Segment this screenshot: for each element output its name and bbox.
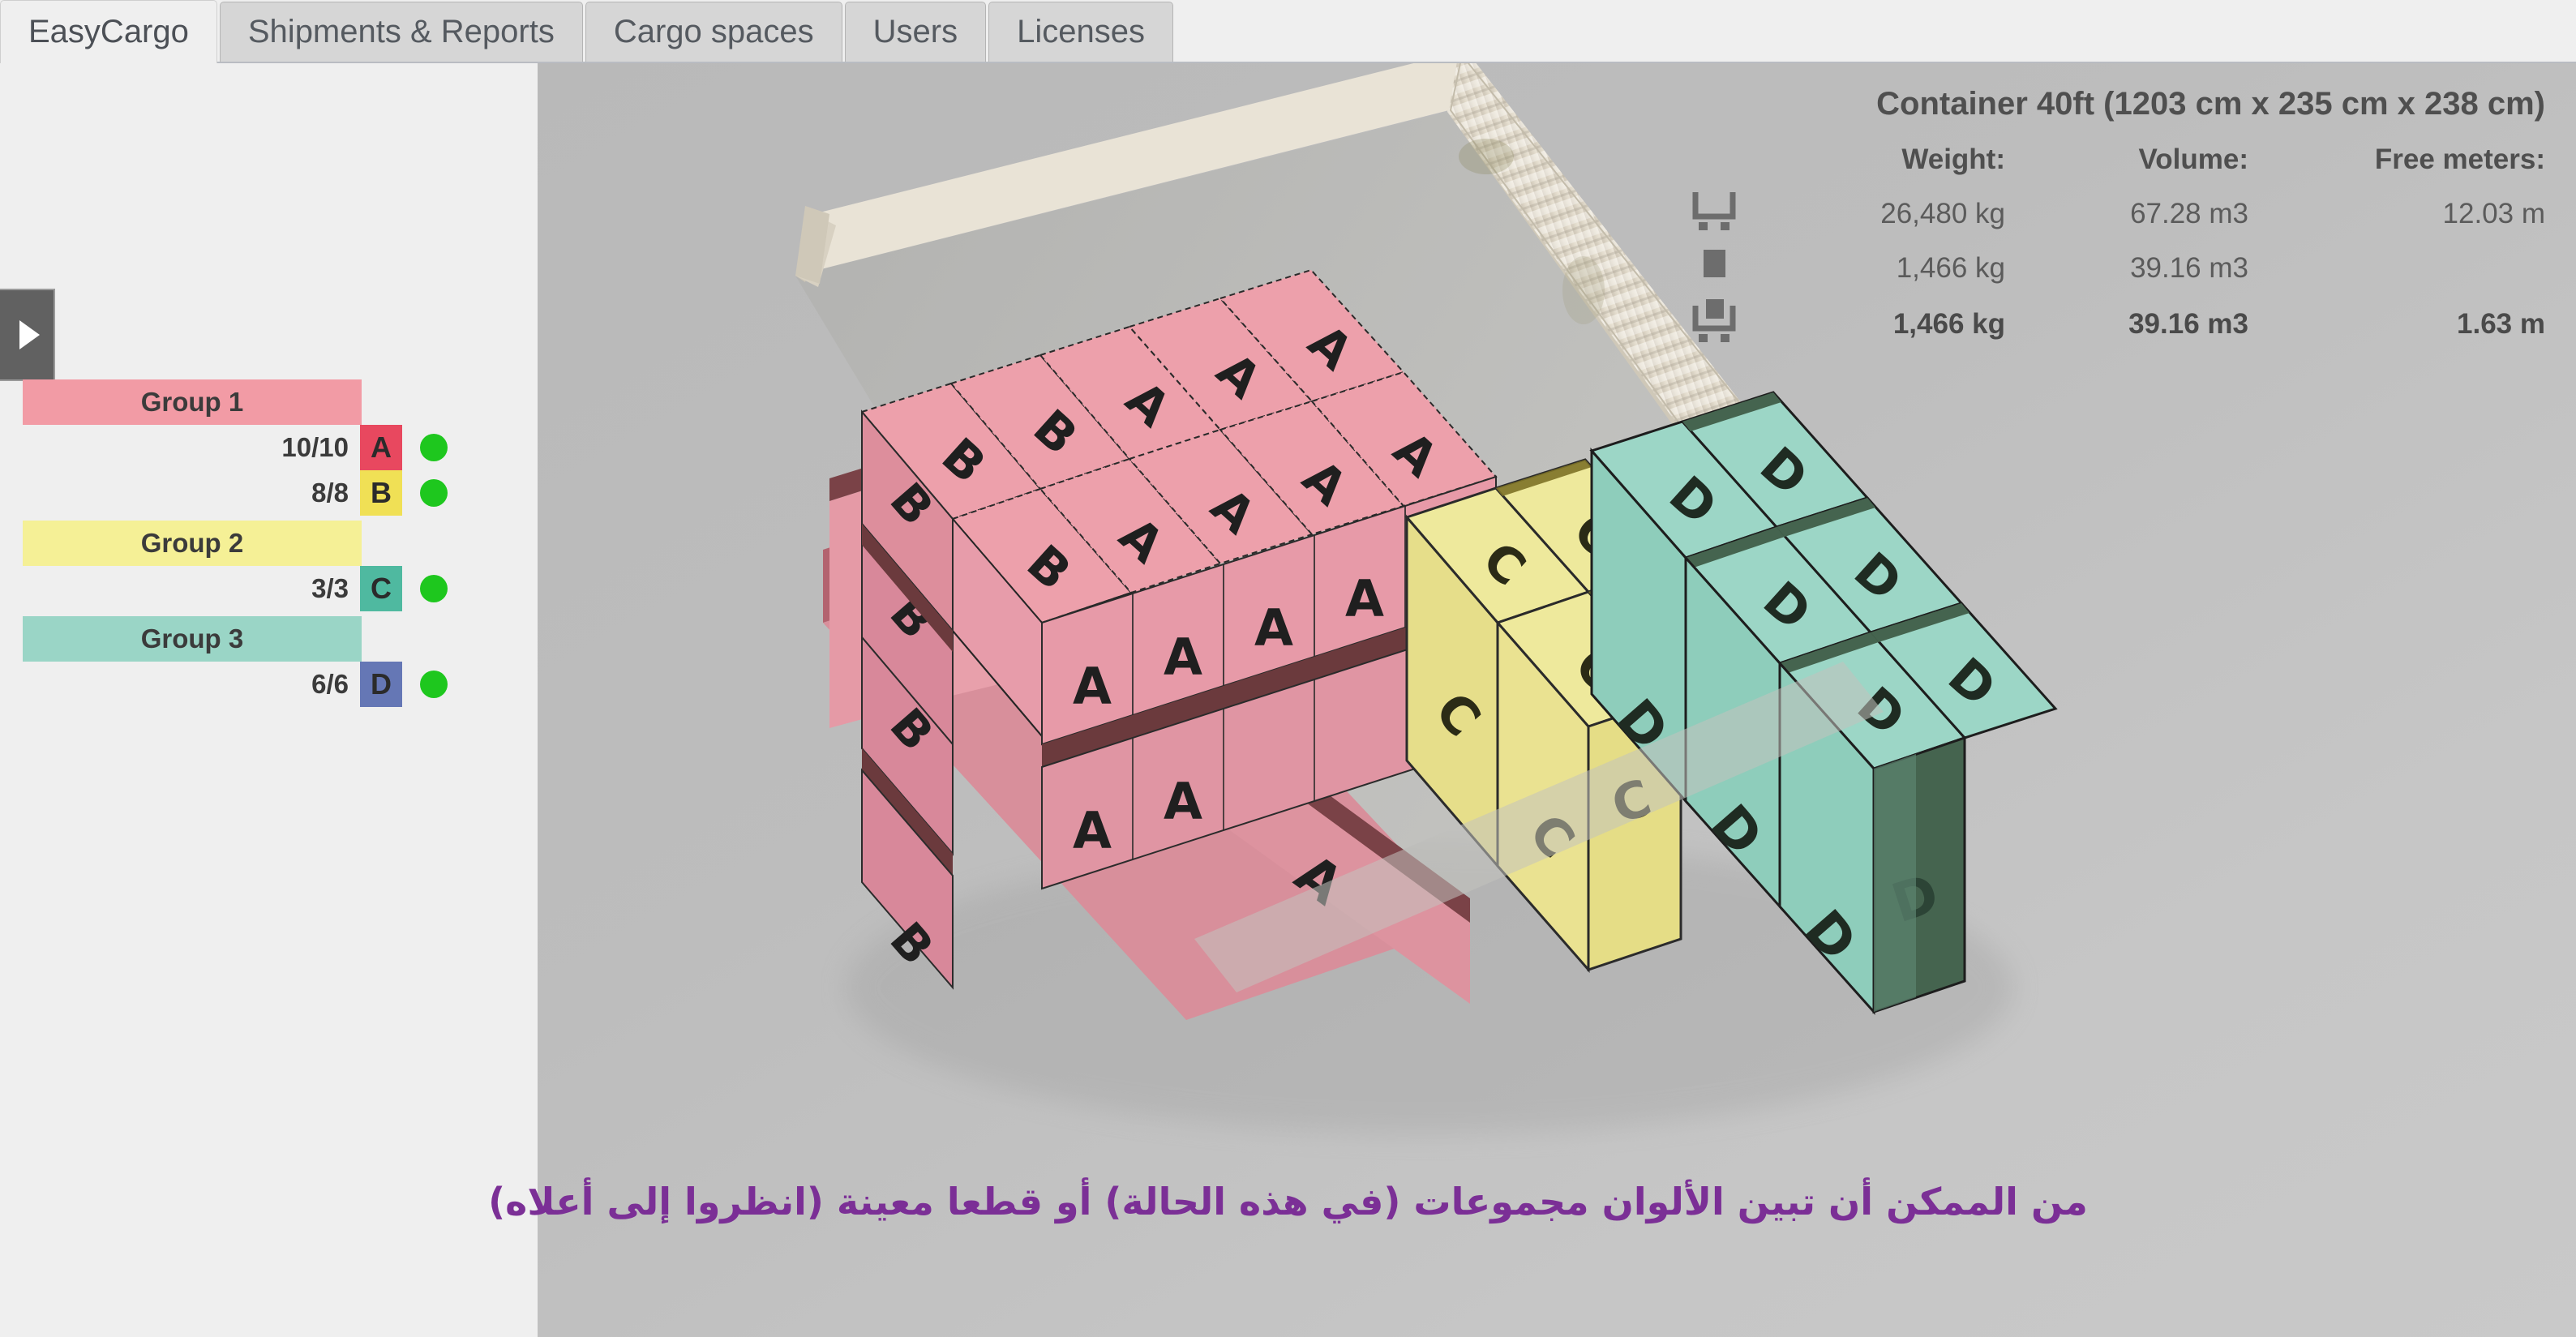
group-bar-2[interactable]: Group 2 <box>23 521 362 566</box>
group-label: Group 1 <box>140 387 244 417</box>
item-count: 6/6 <box>311 669 349 699</box>
tab-label: Licenses <box>1017 14 1145 49</box>
cargo-space-info-panel: Container 40ft (1203 cm x 235 cm x 238 c… <box>1678 86 2545 354</box>
loaded-volume: 39.16 m3 <box>2128 307 2248 340</box>
item-code-badge-d[interactable]: D <box>360 662 402 707</box>
header-volume: Volume: <box>2138 144 2248 175</box>
cargo-box-icon <box>1678 242 1775 294</box>
cargo-3d-viewport[interactable]: B B A <box>538 63 2576 1337</box>
capacity-volume: 67.28 m3 <box>2130 197 2248 229</box>
cargo-box-glyph <box>1704 250 1725 277</box>
group-label: Group 2 <box>140 528 244 558</box>
loaded-container-glyph <box>1692 299 1736 342</box>
container-title: Container 40ft (1203 cm x 235 cm x 238 c… <box>1876 86 2545 122</box>
cargo-weight: 1,466 kg <box>1896 251 2005 284</box>
item-count: 8/8 <box>311 478 349 508</box>
group-bar-1[interactable]: Group 1 <box>23 379 362 425</box>
tab-label: Users <box>872 14 958 49</box>
loaded-container-icon <box>1678 294 1775 354</box>
table-row-loaded: 1,466 kg 39.16 m3 1.63 m <box>1678 294 2545 354</box>
svg-text:A: A <box>1254 598 1293 658</box>
header-free-meters: Free meters: <box>2374 144 2545 175</box>
sidebar-expand-toggle[interactable] <box>0 289 55 381</box>
item-code-badge-a[interactable]: A <box>360 425 402 470</box>
capacity-free-meters: 12.03 m <box>2442 197 2545 229</box>
left-sidebar: Group 1 10/10 A 8/8 B Group 2 3/3 C Grou… <box>0 63 538 1337</box>
svg-text:A: A <box>1164 772 1202 831</box>
svg-text:A: A <box>1345 569 1384 628</box>
item-count: 10/10 <box>281 432 349 462</box>
cargo-group-list: Group 1 10/10 A 8/8 B Group 2 3/3 C Grou… <box>0 379 538 707</box>
table-row-capacity: 26,480 kg 67.28 m3 12.03 m <box>1678 186 2545 242</box>
table-row-cargo: 1,466 kg 39.16 m3 <box>1678 242 2545 294</box>
cargo-item-row-d[interactable]: 6/6 D <box>0 662 538 707</box>
main-tab-bar: EasyCargo Shipments & Reports Cargo spac… <box>0 0 2576 63</box>
cargo-item-row-c[interactable]: 3/3 C <box>0 566 538 611</box>
tab-label: EasyCargo <box>28 14 189 49</box>
item-status-dot-b[interactable] <box>420 479 448 507</box>
svg-text:A: A <box>1073 657 1112 716</box>
tab-label: Shipments & Reports <box>247 14 555 49</box>
tab-users[interactable]: Users <box>844 2 987 62</box>
header-icon-spacer <box>1678 140 1775 186</box>
capacity-weight: 26,480 kg <box>1880 197 2005 229</box>
loaded-weight: 1,466 kg <box>1892 307 2005 340</box>
group-label: Group 3 <box>140 624 244 654</box>
tab-licenses[interactable]: Licenses <box>988 2 1173 62</box>
cargo-volume: 39.16 m3 <box>2130 251 2248 284</box>
tab-cargo-spaces[interactable]: Cargo spaces <box>585 2 842 62</box>
empty-container-icon <box>1678 186 1775 242</box>
item-count: 3/3 <box>311 573 349 603</box>
item-code-badge-c[interactable]: C <box>360 566 402 611</box>
easycargo-app: EasyCargo Shipments & Reports Cargo spac… <box>0 0 2576 1337</box>
item-status-dot-a[interactable] <box>420 434 448 461</box>
item-status-dot-d[interactable] <box>420 671 448 698</box>
svg-text:A: A <box>1164 628 1202 687</box>
item-code-badge-b[interactable]: B <box>360 470 402 516</box>
cargo-item-row-a[interactable]: 10/10 A <box>0 425 538 470</box>
table-header-row: Weight: Volume: Free meters: <box>1678 140 2545 186</box>
item-status-dot-c[interactable] <box>420 575 448 602</box>
tab-shipments-reports[interactable]: Shipments & Reports <box>219 2 583 62</box>
cargo-item-row-b[interactable]: 8/8 B <box>0 470 538 516</box>
svg-text:A: A <box>1073 801 1112 860</box>
triangle-right-icon <box>19 320 40 349</box>
tab-easycargo[interactable]: EasyCargo <box>0 0 217 63</box>
empty-container-glyph <box>1692 192 1736 230</box>
cargo-free-meters <box>2286 242 2545 294</box>
header-weight: Weight: <box>1901 144 2005 175</box>
loaded-free-meters: 1.63 m <box>2457 307 2545 340</box>
annotation-caption: من الممكن أن تبين الألوان مجموعات (في هذ… <box>488 1180 2088 1223</box>
tab-label: Cargo spaces <box>613 14 814 49</box>
group-bar-3[interactable]: Group 3 <box>23 616 362 662</box>
cargo-summary-table: Weight: Volume: Free meters: 26,480 kg 6… <box>1678 140 2545 354</box>
